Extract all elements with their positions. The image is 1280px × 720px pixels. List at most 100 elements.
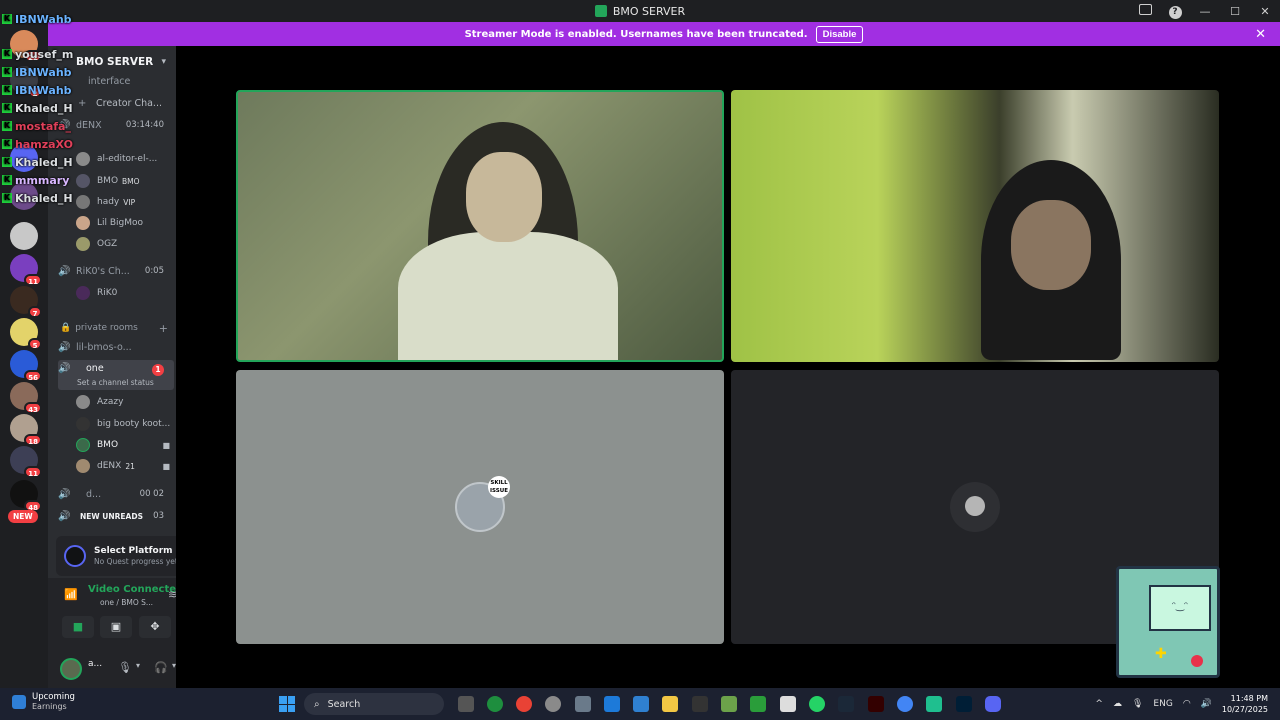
server-icon[interactable]: 56 [10, 350, 42, 382]
app-icon[interactable] [750, 696, 766, 712]
microphone-icon[interactable]: 🎙 [118, 661, 132, 674]
app-icon[interactable] [926, 696, 942, 712]
chrome-icon[interactable] [516, 696, 532, 712]
voice-user[interactable]: RiK0 [76, 284, 172, 302]
network-icon[interactable]: ☁ [1113, 699, 1122, 709]
clock-date: 10/27/2025 [1221, 705, 1268, 714]
server-icon[interactable]: 11 [10, 254, 42, 286]
voice-user[interactable]: OGZ [76, 235, 172, 253]
close-window-button[interactable]: ✕ [1250, 5, 1280, 18]
video-tile[interactable] [236, 90, 724, 362]
channel-one[interactable]: 🔊 one 1 Set a channel status [58, 360, 174, 390]
start-button[interactable] [279, 696, 295, 712]
bmo-face-icon: ᵔ‿ᵔ [1171, 601, 1189, 612]
avatar[interactable] [60, 658, 82, 680]
noise-suppression-icon[interactable]: ≋ [168, 588, 176, 601]
category-private-rooms[interactable]: 🔒 private rooms + [60, 320, 172, 336]
minimize-button[interactable]: — [1190, 5, 1220, 18]
widgets-button[interactable]: Upcoming Earnings [12, 692, 75, 711]
camera-icon: ■ [162, 461, 170, 471]
overlay-name: Khaled_H [15, 191, 73, 205]
server-badge: 43 [24, 402, 42, 414]
help-icon[interactable]: ? [1160, 4, 1190, 19]
video-tile[interactable]: SKILL ISSUE [236, 370, 724, 644]
voice-user[interactable]: Lil BigMoo [76, 214, 172, 232]
new-servers-pill[interactable]: NEW [8, 510, 38, 523]
language-indicator[interactable]: ENG [1153, 699, 1172, 709]
edge-icon[interactable] [604, 696, 620, 712]
app-icon[interactable] [487, 696, 503, 712]
camera-app-icon[interactable] [575, 696, 591, 712]
settings-icon[interactable] [545, 696, 561, 712]
avatar [76, 286, 90, 300]
server-icon[interactable]: 7 [10, 286, 42, 318]
voice-user[interactable]: Azazy [76, 393, 172, 411]
discord-icon[interactable] [985, 696, 1001, 712]
user-name: Lil BigMoo [97, 218, 144, 228]
inbox-icon[interactable] [1130, 4, 1160, 18]
search-label: Search [327, 698, 361, 710]
server-icon[interactable]: 18 [10, 414, 42, 446]
button-icon [1191, 655, 1203, 667]
server-icon[interactable]: 11 [10, 446, 42, 478]
discord-app-icon [594, 5, 607, 17]
quest-card[interactable]: Select Platform No Quest progress yet [56, 536, 176, 576]
volume-icon[interactable]: 🔊 [1201, 699, 1212, 709]
channel-d[interactable]: 🔊 d... 00 02 [58, 485, 174, 503]
signal-icon[interactable]: 📶 [64, 588, 78, 601]
voice-user[interactable]: dENX 21 ■ [76, 457, 172, 475]
steam-icon[interactable] [838, 696, 854, 712]
skill-issue-badge: SKILL ISSUE [488, 476, 510, 498]
video-tile[interactable] [731, 90, 1219, 362]
voice-status[interactable]: Video Connecte [88, 584, 176, 595]
server-icon[interactable] [10, 222, 38, 250]
channel-riko[interactable]: 🔊 RiK0's Ch... 0:05 [58, 262, 174, 280]
server-icon[interactable]: 5 [10, 318, 42, 350]
server-badge: 5 [28, 338, 42, 350]
chevron-up-icon[interactable]: ^ [1095, 699, 1103, 709]
activities-button[interactable]: ✥ [139, 616, 171, 638]
server-icon[interactable]: 48 [10, 480, 42, 512]
voice-user[interactable]: big booty koot... [76, 415, 172, 433]
banner-close-icon[interactable]: ✕ [1255, 27, 1266, 42]
avatar [76, 237, 90, 251]
overlay-row: K IBNWahb [2, 65, 72, 79]
quest-subtitle: No Quest progress yet [94, 557, 176, 566]
wifi-icon[interactable]: ◠ [1183, 699, 1191, 709]
clock-time: 11:48 PM [1230, 694, 1268, 703]
file-explorer-icon[interactable] [662, 696, 678, 712]
mic-icon[interactable]: 🎙 [1132, 699, 1143, 709]
epic-games-icon[interactable] [692, 696, 708, 712]
server-icon[interactable]: 43 [10, 382, 42, 414]
voice-user[interactable]: BMO ■ [76, 436, 172, 454]
chevron-down-icon: ▾ [161, 57, 166, 67]
channel-status[interactable]: Set a channel status [77, 378, 154, 387]
new-unreads-label[interactable]: NEW UNREADS [80, 512, 143, 521]
add-channel-icon[interactable]: + [159, 322, 168, 335]
channel-new-unreads[interactable]: 🔊 NEW UNREADS 03 [58, 507, 174, 525]
maximize-button[interactable]: ☐ [1220, 5, 1250, 18]
screen-share-button[interactable]: ▣ [100, 616, 132, 638]
illustrator-icon[interactable] [868, 696, 884, 712]
overlay-row: K Khaled_H [2, 155, 73, 169]
disable-streamer-mode-button[interactable]: Disable [815, 25, 864, 43]
minecraft-icon[interactable] [721, 696, 737, 712]
task-view-icon[interactable] [458, 696, 474, 712]
app-icon[interactable] [780, 696, 796, 712]
clock[interactable]: 11:48 PM 10/27/2025 [1222, 693, 1268, 715]
headphones-icon[interactable]: 🎧 [154, 661, 168, 674]
overlay-name: IBNWahb [15, 65, 72, 79]
camera-button[interactable]: ■ [62, 616, 94, 638]
channel-label: one [86, 363, 104, 374]
voice-channel[interactable]: one / BMO S... [100, 598, 153, 607]
chrome-icon[interactable] [897, 696, 913, 712]
avatar [76, 395, 90, 409]
channel-lil-bmos[interactable]: 🔊 lil-bmos-o... [58, 338, 174, 356]
taskbar-search[interactable]: ⌕ Search [304, 693, 444, 715]
store-icon[interactable] [633, 696, 649, 712]
chevron-down-icon[interactable]: ▾ [136, 661, 140, 670]
photoshop-icon[interactable] [956, 696, 972, 712]
my-username[interactable]: a... [88, 659, 102, 669]
whatsapp-icon[interactable] [809, 696, 825, 712]
overlay-name: Khaled_H [15, 101, 73, 115]
